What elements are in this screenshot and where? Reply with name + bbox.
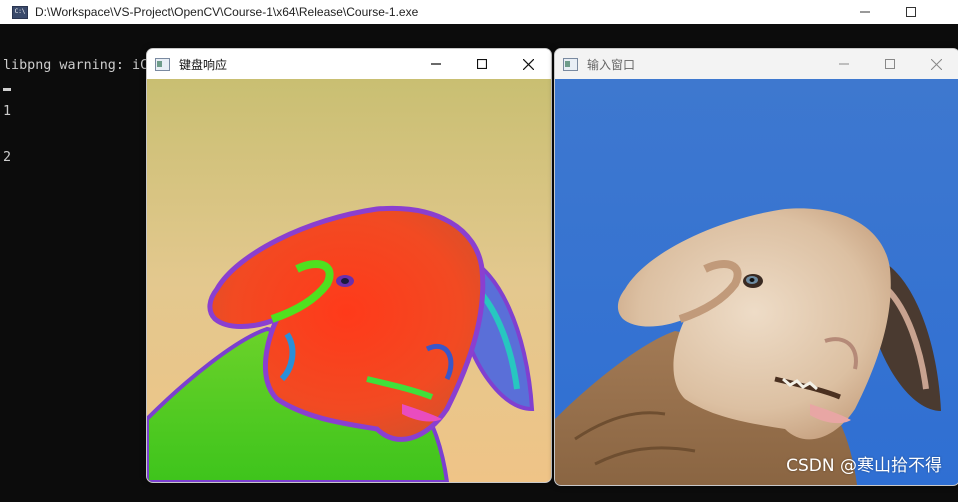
input-close-button[interactable] bbox=[913, 49, 958, 79]
maximize-icon bbox=[477, 59, 487, 69]
console-app-icon: C:\ bbox=[12, 5, 28, 19]
keyboard-minimize-button[interactable] bbox=[413, 49, 459, 79]
console-minimize-button[interactable] bbox=[842, 0, 888, 24]
minimize-icon bbox=[431, 63, 441, 65]
input-window-title: 输入窗口 bbox=[587, 57, 636, 72]
keyboard-maximize-button[interactable] bbox=[459, 49, 505, 79]
close-icon bbox=[930, 58, 942, 70]
sheep-photo-image bbox=[555, 79, 958, 485]
window-app-icon bbox=[155, 57, 170, 71]
color-inverted-sheep-image bbox=[147, 79, 551, 482]
input-maximize-button[interactable] bbox=[867, 49, 913, 79]
input-minimize-button[interactable] bbox=[821, 49, 867, 79]
watermark-text: CSDN @寒山拾不得 bbox=[786, 456, 942, 476]
input-window-titlebar[interactable]: 输入窗口 bbox=[555, 49, 958, 79]
keyboard-window-title: 键盘响应 bbox=[179, 57, 228, 72]
maximize-icon bbox=[885, 59, 895, 69]
console-cursor bbox=[3, 88, 11, 91]
window-app-icon bbox=[563, 57, 578, 71]
keyboard-window-titlebar[interactable]: 键盘响应 bbox=[147, 49, 551, 79]
input-image-canvas: CSDN @寒山拾不得 bbox=[555, 79, 958, 485]
close-icon bbox=[522, 58, 534, 70]
console-maximize-button[interactable] bbox=[888, 0, 934, 24]
input-window[interactable]: 输入窗口 CSDN @寒山拾不得 bbox=[554, 48, 958, 486]
console-titlebar[interactable]: C:\ D:\Workspace\VS-Project\OpenCV\Cours… bbox=[0, 0, 958, 24]
maximize-icon bbox=[906, 7, 916, 17]
keyboard-close-button[interactable] bbox=[505, 49, 551, 79]
minimize-icon bbox=[860, 11, 870, 13]
keyboard-response-window[interactable]: 键盘响应 bbox=[146, 48, 552, 483]
console-title: D:\Workspace\VS-Project\OpenCV\Course-1\… bbox=[35, 5, 419, 19]
keyboard-image-canvas bbox=[147, 79, 551, 482]
minimize-icon bbox=[839, 63, 849, 65]
